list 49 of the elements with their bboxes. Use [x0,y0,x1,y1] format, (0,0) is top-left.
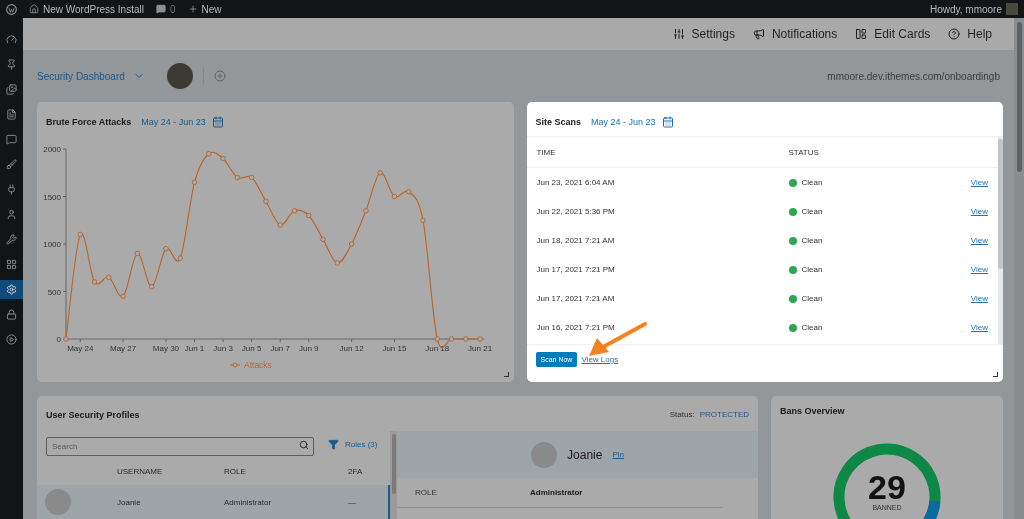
y-tick-label: 500 [47,287,61,297]
x-tick-label: Jun 1 [184,344,205,353]
x-tick-label: Jun 3 [213,344,233,353]
x-tick-label: May 27 [110,344,137,353]
status-text: Clean [801,178,823,187]
user-name: Joanie [567,447,603,462]
role-cell-text: Administrator [224,497,273,507]
x-tick-label: Jun 9 [298,344,319,353]
status-label: Status: [669,410,695,419]
x-tick-label: Jun 12 [339,344,364,353]
status-text: Clean [801,323,823,332]
x-tick-label: Jun 21 [468,344,493,353]
card-title: User Security Profiles [46,409,140,420]
status-text: Clean [801,236,823,245]
status-text: Clean [801,207,823,216]
y-tick-label: 1500 [43,192,61,202]
y-tick-label: 1000 [43,240,61,249]
column-header: 2FA [348,467,364,477]
x-tick-label: Jun 18 [425,344,450,353]
x-tick-label: Jun 15 [382,344,407,353]
card-title: Site Scans [535,117,582,127]
username-cell-text: Joanie [117,497,142,507]
field-label: ROLE [415,488,438,497]
x-tick-label: May 30 [152,344,180,353]
scan-time: Jun 18, 2021 7:21 AM [536,236,616,245]
x-tick-label: Jun 7 [270,344,290,353]
scan-time: Jun 17, 2021 7:21 PM [536,265,616,274]
column-header: STATUS [788,147,820,157]
y-tick-label: 0 [56,335,61,344]
scan-time: Jun 17, 2021 7:21 AM [536,294,616,303]
status-value: PROTECTED [699,410,749,419]
scan-time: Jun 22, 2021 5:36 PM [536,207,616,216]
column-header: TIME [536,147,557,157]
legend-label: Attacks [244,360,272,370]
scan-time: Jun 16, 2021 7:21 PM [536,323,616,332]
status-text: Clean [801,265,823,274]
x-tick-label: May 24 [67,344,94,353]
field-value: Administrator [530,488,584,497]
site-url: mmoore.dev.ithemes.com/onboardingb [827,70,1000,82]
card-title: Bans Overview [780,406,845,416]
two-factor-cell-text: — [348,497,357,507]
status-text: Clean [801,294,823,303]
column-header: USERNAME [117,467,164,477]
card-title: Brute Force Attacks [46,117,132,127]
x-tick-label: Jun 5 [241,344,262,353]
scan-time: Jun 23, 2021 6:04 AM [536,178,616,187]
y-tick-label: 2000 [43,145,61,154]
ban-count: 29 [868,470,906,504]
column-header: ROLE [224,467,247,477]
